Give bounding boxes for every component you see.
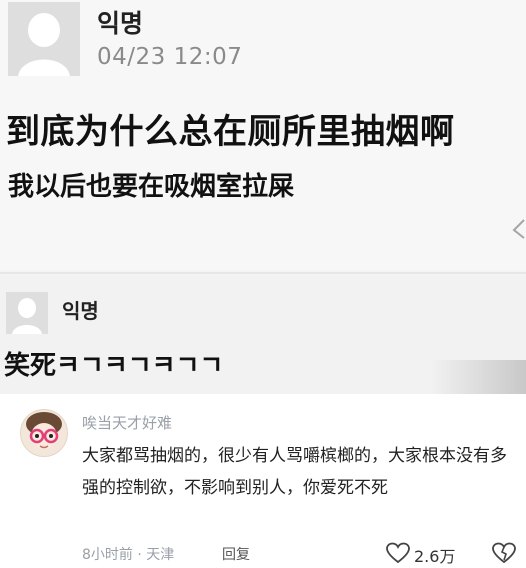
user-avatar[interactable] (20, 409, 68, 457)
post-text-line-1: 到底为什么总在厕所里抽烟啊 (6, 112, 455, 152)
broken-heart-icon[interactable] (492, 542, 516, 564)
comment-text: 大家都骂抽烟的，很少有人骂嚼槟榔的，大家根本没有多强的控制欲，不影响到别人，你爱… (82, 446, 507, 498)
post-author: 익명 (97, 9, 144, 38)
post-text-line-2: 我以后也要在吸烟室拉屎 (8, 172, 295, 202)
section-divider (0, 272, 526, 274)
comment-username[interactable]: 唉当天才好难 (82, 412, 172, 433)
embedded-screenshot: 익명 04/23 12:07 到底为什么总在厕所里抽烟啊 我以后也要在吸烟室拉屎… (0, 0, 526, 394)
reply-button[interactable]: 回复 (222, 544, 250, 564)
post-timestamp: 04/23 12:07 (97, 44, 243, 70)
default-avatar-icon (8, 2, 80, 76)
post-card: 익명 04/23 12:07 到底为什么总在厕所里抽烟啊 我以后也要在吸烟室拉屎 (0, 0, 526, 270)
image-edge-shadow (430, 360, 526, 394)
comment-meta: 8小时前 · 天津 (82, 547, 175, 563)
default-avatar-icon (6, 292, 48, 334)
reply-text: 笑死ㅋㄱㅋㄱㅋㄱㄱ (4, 351, 224, 381)
like-count: 2.6万 (414, 547, 456, 566)
reply-author: 익명 (62, 299, 99, 323)
share-icon (510, 218, 526, 245)
heart-icon[interactable] (386, 542, 410, 564)
